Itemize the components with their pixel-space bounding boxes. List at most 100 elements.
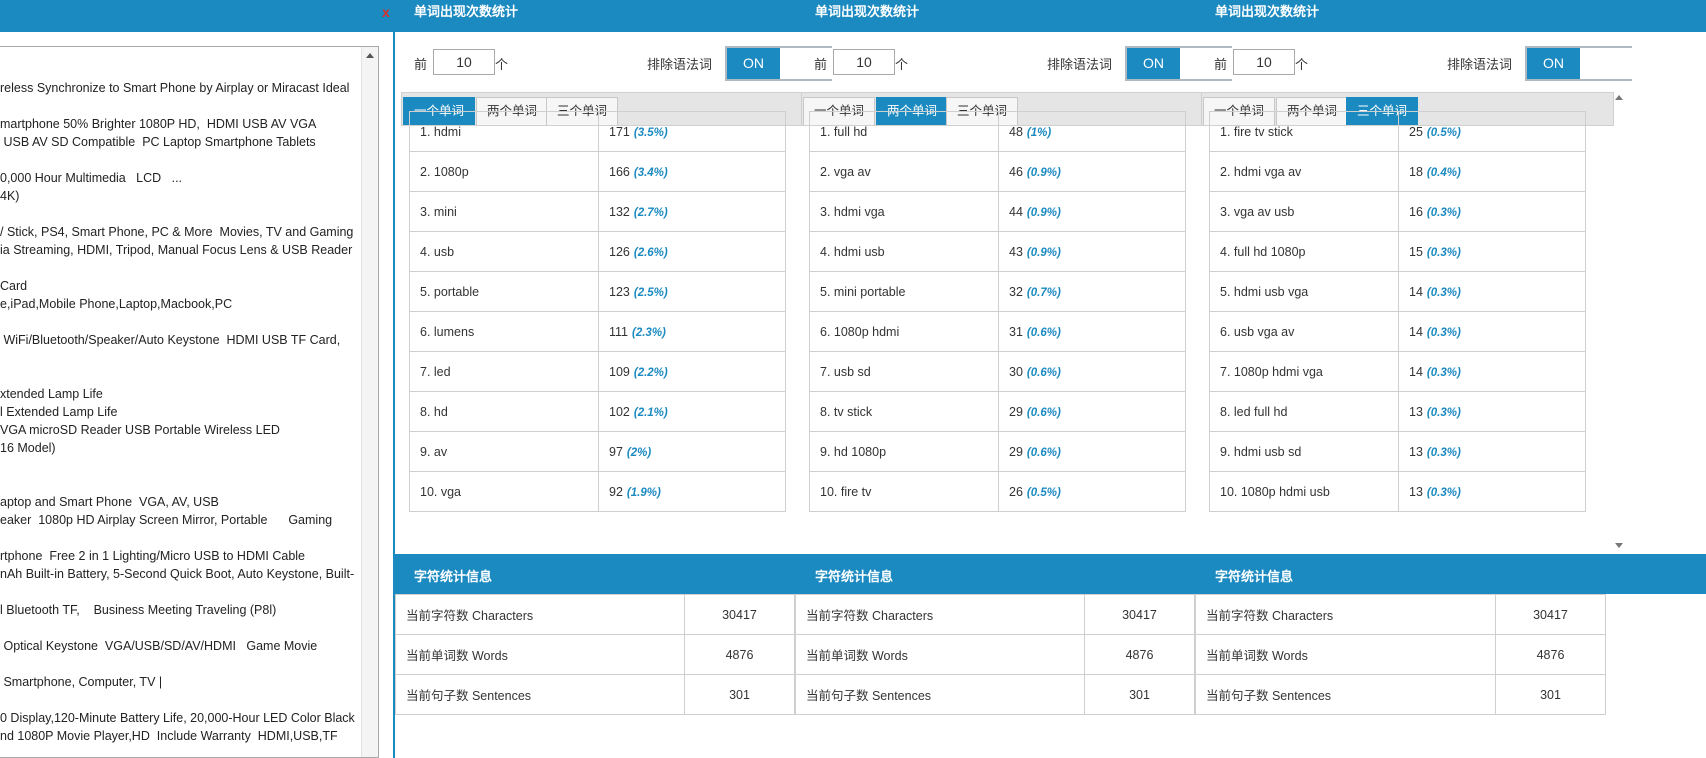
top-n-input[interactable]: [833, 49, 895, 75]
stat-label: 当前单词数 Words: [795, 634, 1085, 675]
editor-line: xtended Lamp Life: [0, 387, 103, 401]
word-cell: 1. fire tv stick: [1209, 111, 1399, 152]
table-row: 4. full hd 1080p 15 (0.3%): [1209, 231, 1586, 272]
word-frequency-table: 1. full hd 48 (1%) 2. vga av 46 (0.9%) 3. hdmi…: [809, 111, 1186, 512]
stat-value: 30417: [1495, 594, 1606, 635]
count-value: 123: [609, 284, 630, 299]
close-icon[interactable]: x: [382, 4, 390, 20]
word-cell: 6. lumens: [409, 311, 599, 352]
exclude-stopwords-label: 排除语法词: [1047, 57, 1113, 72]
stat-value: 301: [1495, 674, 1606, 715]
top-n-input[interactable]: [1233, 49, 1295, 75]
percent-value: (3.4%): [633, 166, 668, 179]
count-cell: 14 (0.3%): [1398, 311, 1586, 352]
percent-value: (0.5%): [1026, 486, 1061, 499]
table-row: 5. hdmi usb vga 14 (0.3%): [1209, 271, 1586, 312]
word-cell: 4. full hd 1080p: [1209, 231, 1399, 272]
scroll-up-icon[interactable]: [1615, 95, 1623, 100]
editor-scrollbar[interactable]: [361, 47, 378, 757]
scroll-down-icon[interactable]: [1615, 543, 1623, 548]
count-value: 44: [1009, 204, 1023, 219]
word-cell: 1. full hd: [809, 111, 999, 152]
scroll-up-icon[interactable]: [366, 53, 374, 58]
top-n-input[interactable]: [433, 49, 495, 75]
word-cell: 6. 1080p hdmi: [809, 311, 999, 352]
count-cell: 18 (0.4%): [1398, 151, 1586, 192]
table-row: 8. tv stick 29 (0.6%): [809, 391, 1186, 432]
percent-value: (2.1%): [633, 406, 668, 419]
percent-value: (0.3%): [1426, 246, 1461, 259]
percent-value: (0.4%): [1426, 166, 1461, 179]
count-value: 14: [1409, 284, 1423, 299]
table-row: 1. full hd 48 (1%): [809, 111, 1186, 152]
percent-value: (0.3%): [1426, 286, 1461, 299]
percent-value: (2%): [626, 446, 652, 459]
char-stats-table: 当前字符数 Characters 30417 当前单词数 Words 4876 当前句子…: [395, 594, 795, 715]
editor-topbar: [0, 0, 393, 32]
count-value: 132: [609, 204, 630, 219]
count-value: 111: [609, 324, 629, 339]
top-n-prefix: 前: [414, 57, 428, 72]
percent-value: (0.6%): [1026, 366, 1061, 379]
word-frequency-panel: 前个排除语法词ON一个单词两个单词三个单词1. fire tv stick25(…: [1195, 32, 1632, 554]
word-cell: 7. usb sd: [809, 351, 999, 392]
editor-line: l Bluetooth TF, Business Meeting Traveli…: [0, 603, 277, 617]
percent-value: (2.7%): [633, 206, 668, 219]
count-cell: 102 (2.1%): [598, 391, 786, 432]
percent-value: (0.9%): [1026, 166, 1061, 179]
table-row: 6. usb vga av 14 (0.3%): [1209, 311, 1586, 352]
count-value: 97: [609, 444, 623, 459]
table-row: 当前句子数 Sentences 301: [795, 674, 1195, 715]
word-cell: 3. mini: [409, 191, 599, 232]
word-cell: 2. vga av: [809, 151, 999, 192]
word-cell: 10. vga: [409, 471, 599, 512]
percent-value: (0.9%): [1026, 246, 1061, 259]
count-value: 14: [1409, 364, 1423, 379]
count-value: 171: [609, 124, 630, 139]
percent-value: (0.5%): [1426, 126, 1461, 139]
count-cell: 111 (2.3%): [598, 311, 786, 352]
percent-value: (0.3%): [1426, 446, 1461, 459]
table-row: 当前句子数 Sentences 301: [395, 674, 795, 715]
table-row: 10. fire tv 26 (0.5%): [809, 471, 1186, 512]
count-cell: 30 (0.6%): [998, 351, 1186, 392]
count-value: 25: [1409, 124, 1423, 139]
word-cell: 9. hd 1080p: [809, 431, 999, 472]
char-stats-table: 当前字符数 Characters 30417 当前单词数 Words 4876 当前句子…: [1195, 594, 1606, 715]
exclude-stopwords-toggle[interactable]: ON: [1525, 46, 1632, 81]
char-stats-title-3: 字符统计信息: [1215, 569, 1294, 584]
table-row: 9. hdmi usb sd 13 (0.3%): [1209, 431, 1586, 472]
char-stats-header: 字符统计信息 字符统计信息 字符统计信息: [395, 554, 1706, 594]
word-cell: 4. usb: [409, 231, 599, 272]
word-cell: 9. hdmi usb sd: [1209, 431, 1399, 472]
editor-line: VGA microSD Reader USB Portable Wireless…: [0, 423, 280, 437]
stats-topbar: 单词出现次数统计 单词出现次数统计 单词出现次数统计: [395, 0, 1706, 32]
word-cell: 3. vga av usb: [1209, 191, 1399, 232]
percent-value: (2.5%): [633, 286, 668, 299]
text-input-area[interactable]: reless Synchronize to Smart Phone by Air…: [0, 46, 379, 758]
word-cell: 3. hdmi vga: [809, 191, 999, 232]
tabs-scrollbar[interactable]: [1614, 92, 1624, 550]
count-cell: 123 (2.5%): [598, 271, 786, 312]
count-cell: 48 (1%): [998, 111, 1186, 152]
editor-text[interactable]: reless Synchronize to Smart Phone by Air…: [0, 79, 362, 745]
editor-line: Optical Keystone VGA/USB/SD/AV/HDMI Game…: [0, 639, 318, 653]
editor-line: / Stick, PS4, Smart Phone, PC & More Mov…: [0, 225, 354, 239]
count-cell: 92 (1.9%): [598, 471, 786, 512]
count-value: 46: [1009, 164, 1023, 179]
table-row: 7. 1080p hdmi vga 14 (0.3%): [1209, 351, 1586, 392]
count-value: 18: [1409, 164, 1423, 179]
word-cell: 4. hdmi usb: [809, 231, 999, 272]
word-cell: 6. usb vga av: [1209, 311, 1399, 352]
editor-line: 4K): [0, 189, 20, 203]
toggle-on-label: ON: [1127, 48, 1180, 79]
table-row: 8. led full hd 13 (0.3%): [1209, 391, 1586, 432]
count-value: 15: [1409, 244, 1423, 259]
percent-value: (0.3%): [1426, 326, 1461, 339]
word-frequency-panel: 前个排除语法词ON一个单词两个单词三个单词1. hdmi171(3.5%)2. …: [395, 32, 832, 554]
